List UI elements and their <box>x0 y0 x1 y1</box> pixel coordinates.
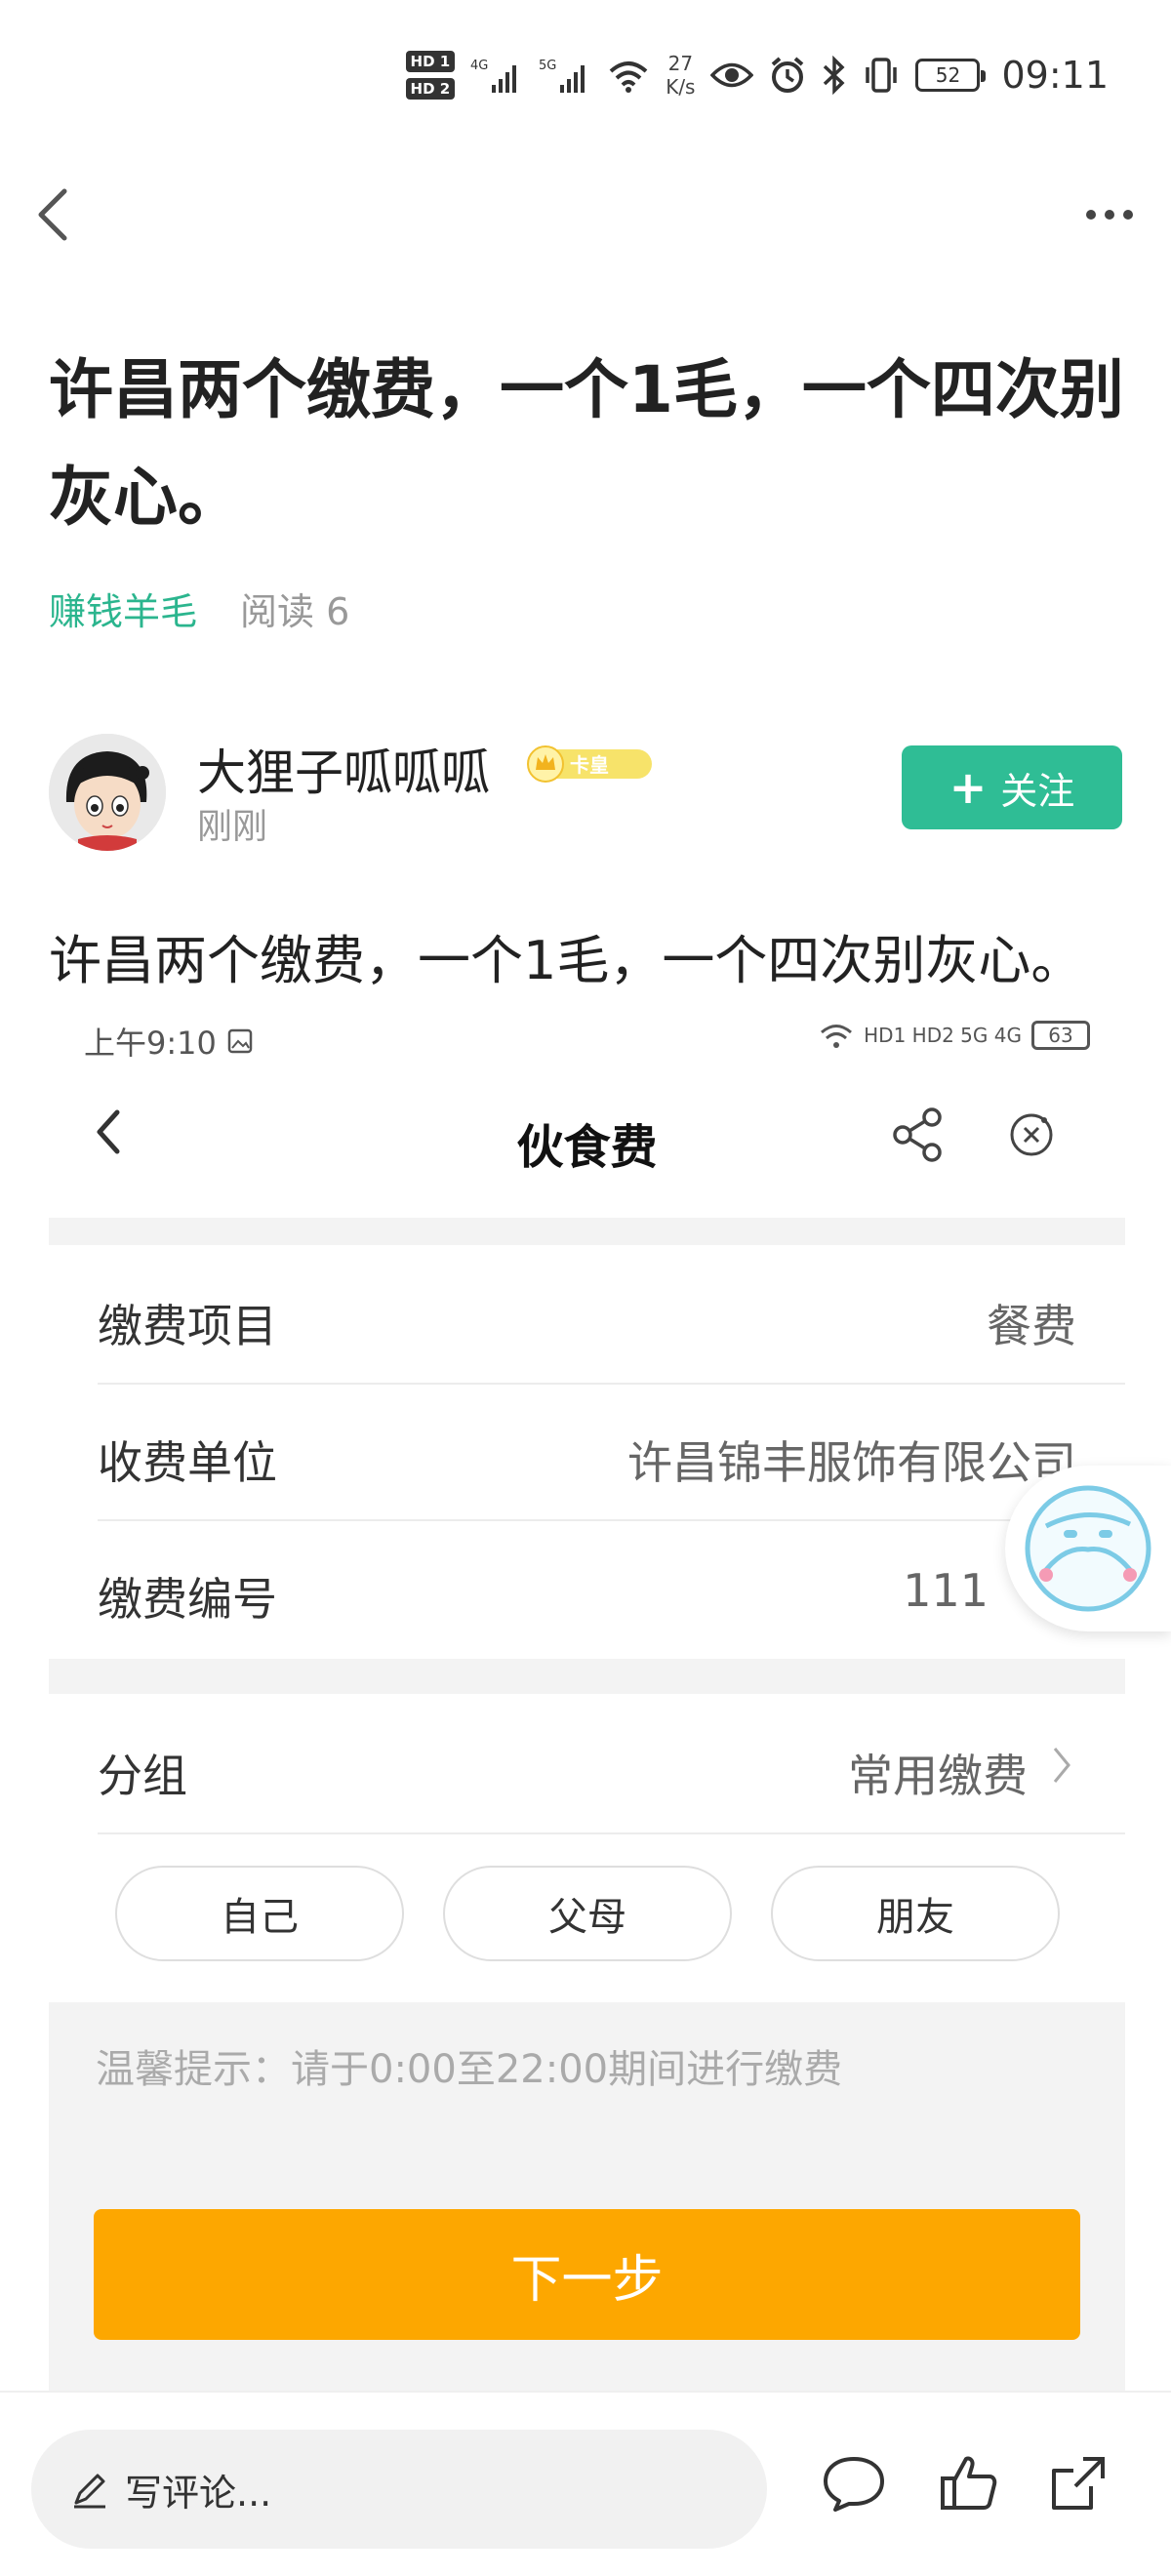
group-value: 常用缴费 <box>848 1750 1028 1802</box>
embedded-status-right: HD1 HD2 5G 4G 63 <box>819 1021 1090 1050</box>
ai-assistant-icon <box>1025 1485 1151 1612</box>
read-count: 阅读 6 <box>240 590 350 633</box>
share-icon <box>893 1107 942 1162</box>
author-row: 大狸子呱呱呱 卡皇 刚刚 + 关注 <box>49 734 1122 856</box>
section-divider <box>49 1218 1125 1245</box>
group-row[interactable]: 分组 常用缴费 <box>98 1698 1125 1834</box>
more-dots-icon <box>1123 210 1133 220</box>
group-label: 分组 <box>98 1750 187 1802</box>
back-arrow-icon <box>38 188 67 241</box>
bluetooth-icon <box>824 56 845 95</box>
back-button[interactable] <box>29 176 88 254</box>
bottom-bar: 写评论... <box>0 2391 1171 2576</box>
like-button[interactable] <box>935 2449 1003 2517</box>
vip-crown-icon: 卡皇 <box>527 745 652 783</box>
comment-button[interactable] <box>820 2449 888 2517</box>
close-button[interactable] <box>1005 1108 1058 1161</box>
vip-badge-text: 卡皇 <box>570 753 609 777</box>
comment-placeholder: 写评论... <box>125 2471 272 2515</box>
embedded-network-label: HD1 HD2 5G 4G <box>864 1024 1022 1047</box>
share-button[interactable] <box>888 1105 949 1165</box>
embedded-battery: 63 <box>1031 1021 1090 1050</box>
post-title: 许昌两个缴费，一个1毛，一个四次别灰心。 <box>49 352 1124 535</box>
embedded-status-left: 上午9:10 <box>84 1019 254 1064</box>
hd1-badge: HD 1 <box>405 51 456 72</box>
category-link[interactable]: 赚钱羊毛 <box>49 582 197 635</box>
tip-text: 温馨提示：请于0:00至22:00期间进行缴费 <box>96 2047 843 2092</box>
more-button[interactable] <box>1075 185 1144 244</box>
embedded-header: 伙食费 <box>49 1083 1125 1181</box>
forward-icon <box>1052 2457 1105 2510</box>
eye-icon <box>710 62 754 88</box>
info-row-payee: 收费单位 许昌锦丰服饰有限公司 <box>98 1385 1125 1521</box>
follow-label: 关注 <box>1000 769 1075 813</box>
more-dots-icon <box>1105 210 1114 220</box>
avatar[interactable] <box>49 734 166 851</box>
ai-assistant-button[interactable] <box>1005 1466 1171 1631</box>
close-circle-icon <box>1010 1113 1053 1156</box>
signal-icon: 4G <box>470 59 517 93</box>
embedded-screenshot[interactable]: 上午9:10 HD1 HD2 5G 4G 63 伙食费 缴费项目 餐费 收费单位… <box>49 1005 1125 2391</box>
hd-indicators: HD 1 HD 2 <box>405 51 456 100</box>
wifi-icon <box>609 61 648 93</box>
forward-button[interactable] <box>1044 2449 1112 2517</box>
svg-text:4G: 4G <box>470 59 488 73</box>
comment-input[interactable]: 写评论... <box>31 2430 767 2549</box>
info-value: 餐费 <box>987 1300 1076 1352</box>
group-chip-parents[interactable]: 父母 <box>443 1866 732 1961</box>
status-time: 09:11 <box>1001 54 1109 97</box>
group-chip-friends[interactable]: 朋友 <box>771 1866 1060 1961</box>
avatar-image <box>49 734 166 851</box>
info-label: 收费单位 <box>98 1436 277 1489</box>
vibrate-icon <box>866 58 898 93</box>
more-dots-icon <box>1086 210 1096 220</box>
battery-indicator: 52 <box>915 59 987 92</box>
info-row-item: 缴费项目 餐费 <box>98 1248 1125 1385</box>
status-icons: HD 1 HD 2 4G 5G 27 K/s 52 09:11 <box>405 51 1109 100</box>
wifi-icon <box>821 1025 853 1048</box>
status-bar: HD 1 HD 2 4G 5G 27 K/s 52 09:11 <box>0 0 1171 166</box>
group-chip-self[interactable]: 自己 <box>115 1866 404 1961</box>
post-body: 许昌两个缴费，一个1毛，一个四次别灰心。 <box>49 930 1084 991</box>
post-meta: 赚钱羊毛 阅读 6 <box>49 582 349 635</box>
follow-button[interactable]: + 关注 <box>902 745 1122 829</box>
post-time: 刚刚 <box>197 807 268 847</box>
tip-area: 温馨提示：请于0:00至22:00期间进行缴费 下一步 <box>49 2002 1125 2391</box>
next-button[interactable]: 下一步 <box>94 2209 1080 2340</box>
embedded-status-time: 上午9:10 <box>84 1025 217 1062</box>
signal-icon: 5G <box>539 59 586 93</box>
net-speed-unit: K/s <box>666 75 696 99</box>
svg-text:5G: 5G <box>539 59 556 73</box>
chevron-right-icon <box>1053 1748 1070 1783</box>
thumbs-up-icon <box>941 2456 997 2510</box>
plus-icon: + <box>949 761 988 814</box>
author-name[interactable]: 大狸子呱呱呱 <box>197 734 490 804</box>
network-speed: 27 K/s <box>666 52 695 99</box>
comment-bubble-icon <box>824 2457 884 2512</box>
info-row-number[interactable]: 缴费编号 111 <box>98 1521 1125 1658</box>
embedded-page-title: 伙食费 <box>516 1120 658 1175</box>
hd2-badge: HD 2 <box>405 78 456 100</box>
info-value: 111 <box>903 1564 989 1617</box>
info-label: 缴费编号 <box>98 1573 277 1626</box>
info-label: 缴费项目 <box>98 1300 277 1352</box>
net-speed-value: 27 <box>667 52 694 75</box>
gallery-icon <box>227 1028 253 1054</box>
section-divider <box>49 1659 1125 1694</box>
pencil-icon <box>74 2474 105 2509</box>
alarm-icon <box>772 57 804 93</box>
